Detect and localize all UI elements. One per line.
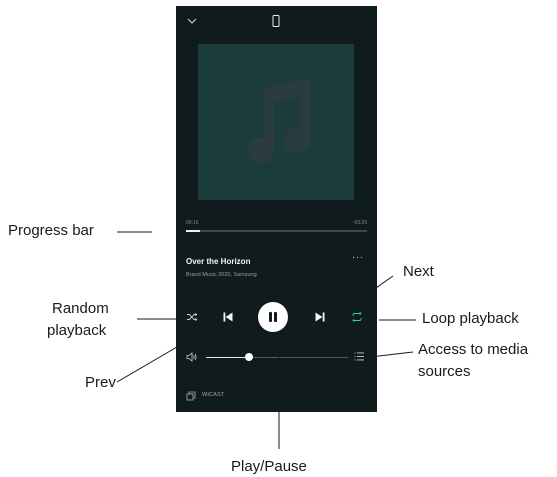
annotation-leader-lines: [116, 231, 416, 449]
access-media-leader: [369, 351, 414, 358]
prev-leader: [116, 329, 207, 383]
next-leader: [335, 275, 394, 317]
